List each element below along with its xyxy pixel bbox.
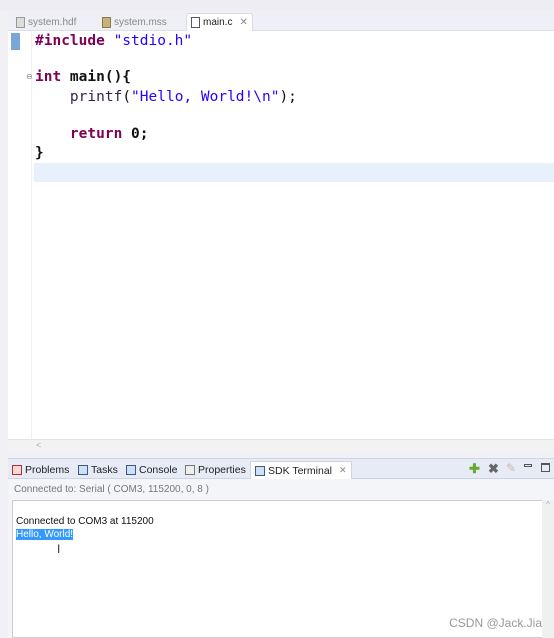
code-line-1: #include "stdio.h": [35, 33, 192, 49]
panel-tab-bar: Problems Tasks Console Properties SDK Te…: [8, 458, 554, 479]
minimize-icon[interactable]: [524, 464, 532, 467]
tab-properties[interactable]: Properties: [185, 461, 246, 479]
watermark: CSDN @Jack.Jia: [449, 616, 542, 630]
tab-label: system.hdf: [28, 16, 77, 28]
c-file-icon: [191, 17, 200, 28]
vertical-scrollbar[interactable]: ^: [542, 500, 554, 638]
clear-icon[interactable]: ✎: [506, 462, 516, 475]
keyword: int: [35, 69, 62, 85]
close-icon[interactable]: ✕: [239, 17, 247, 28]
tab-problems[interactable]: Problems: [12, 461, 69, 479]
horizontal-scrollbar[interactable]: <: [8, 439, 554, 452]
editor-gutter: [8, 31, 32, 439]
current-line-highlight: [34, 163, 554, 182]
terminal-line: Connected to COM3 at 115200: [16, 516, 154, 527]
tab-label: Console: [139, 464, 178, 476]
close-icon[interactable]: ✕: [339, 465, 347, 476]
string: "Hello, World!\n": [131, 89, 280, 105]
tasks-icon: [78, 465, 88, 475]
string: "stdio.h": [104, 33, 193, 49]
code-line-7: }: [35, 145, 44, 161]
tab-label: system.mss: [114, 16, 167, 28]
problems-icon: [12, 465, 22, 475]
code-line-6: return 0;: [35, 126, 149, 142]
connection-status: Connected to: Serial ( COM3, 115200, 0, …: [14, 484, 209, 495]
file-icon: [102, 16, 111, 28]
add-icon[interactable]: ✚: [469, 462, 480, 475]
tab-label: Properties: [198, 464, 246, 476]
code-text: 0;: [122, 126, 149, 142]
tab-system-hdf[interactable]: system.hdf: [12, 13, 80, 31]
code-line-4: printf("Hello, World!\n");: [35, 89, 297, 105]
file-icon: [16, 16, 25, 28]
tab-label: Tasks: [91, 464, 118, 476]
remove-icon[interactable]: ✖: [488, 462, 499, 475]
code-text: );: [279, 89, 297, 105]
scroll-left-arrow[interactable]: <: [36, 440, 41, 450]
tab-label: SDK Terminal: [268, 464, 332, 477]
line-marker: [11, 33, 20, 50]
tab-label: main.c: [203, 17, 233, 28]
title-strip: [0, 0, 554, 10]
editor-tab-bar: system.hdf system.mss main.c ✕: [8, 10, 554, 31]
properties-icon: [185, 465, 195, 475]
maximize-icon[interactable]: [541, 463, 550, 472]
terminal-icon: [255, 465, 265, 476]
terminal-line-selected: Hello, World!: [16, 529, 74, 540]
function-name: printf: [69, 89, 123, 105]
fold-icon[interactable]: ⊖: [26, 72, 33, 81]
tab-console[interactable]: Console: [126, 461, 178, 479]
scroll-up-arrow[interactable]: ^: [546, 500, 550, 509]
code-text: (: [122, 89, 132, 105]
tab-label: Problems: [25, 464, 70, 476]
keyword: #include: [35, 33, 105, 49]
text-cursor-icon: I: [57, 542, 61, 556]
code-text: main(){: [61, 69, 132, 85]
tab-system-mss[interactable]: system.mss: [98, 13, 171, 31]
tab-sdk-terminal[interactable]: SDK Terminal ✕: [250, 461, 352, 479]
code-line-3: int main(){: [35, 69, 131, 85]
keyword: return: [69, 126, 123, 142]
console-icon: [126, 465, 136, 475]
tab-tasks[interactable]: Tasks: [78, 461, 118, 479]
tab-main-c[interactable]: main.c ✕: [186, 13, 253, 31]
